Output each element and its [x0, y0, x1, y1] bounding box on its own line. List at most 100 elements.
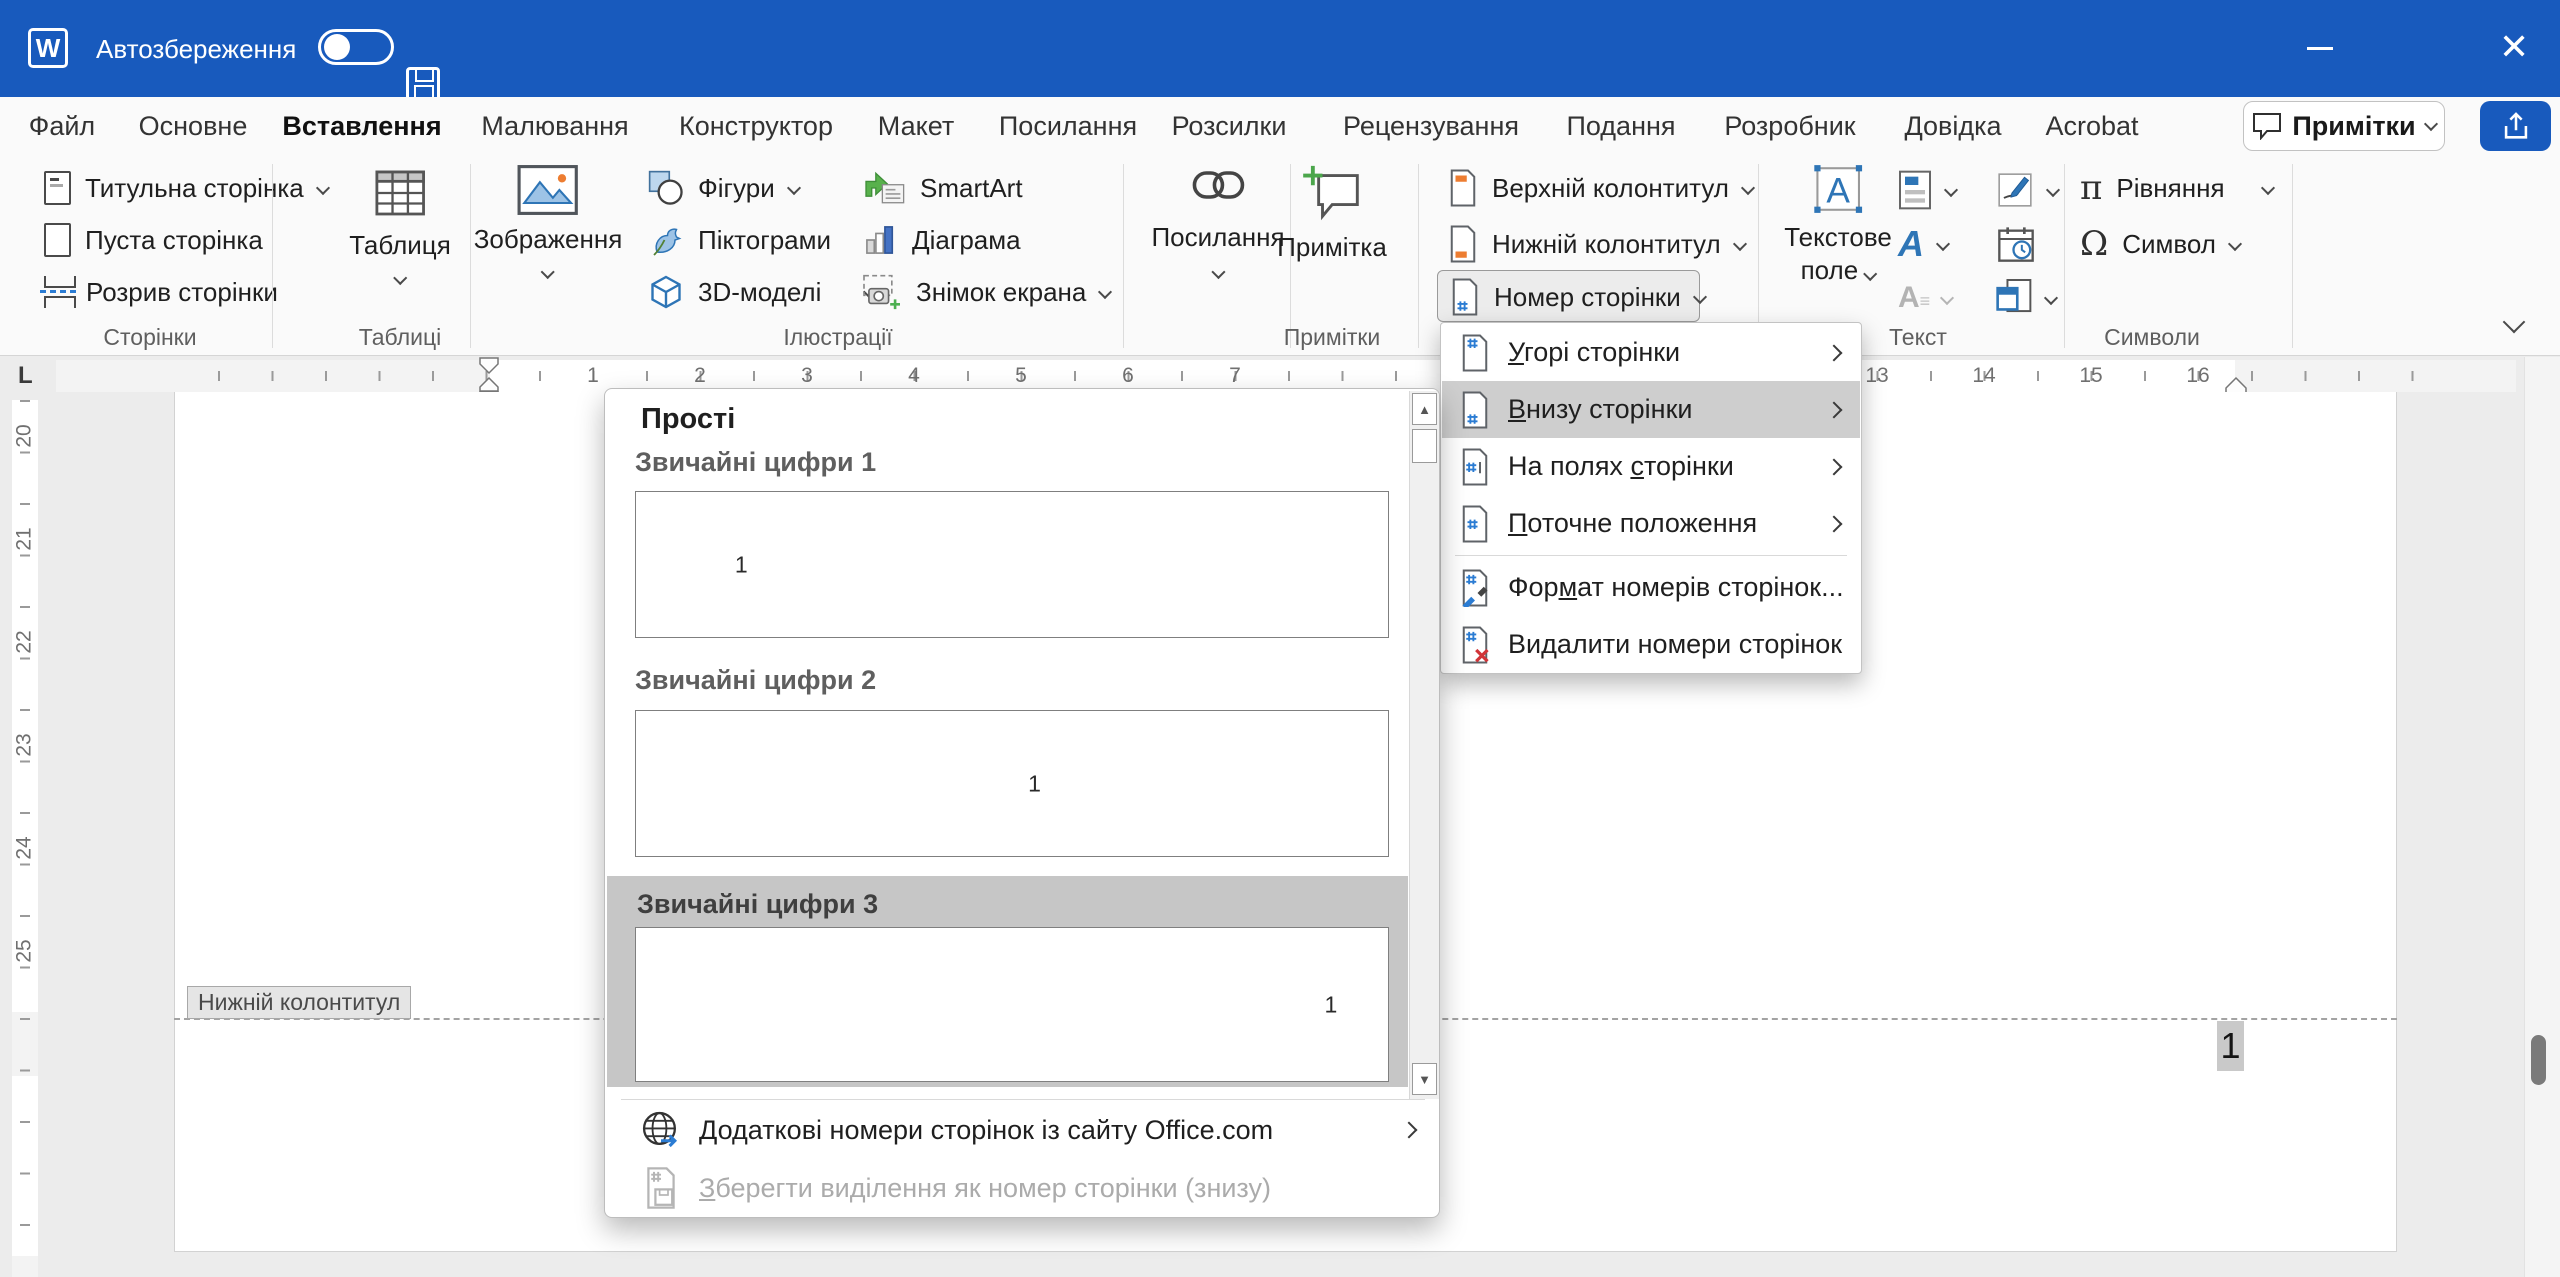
signature-pen-icon [1996, 171, 2034, 209]
ribbon-tab-row: Файл Основне Вставлення Малювання Констр… [0, 97, 2560, 156]
drop-cap-icon: A≡ [1898, 283, 1928, 313]
chevron-down-icon [1733, 237, 1747, 251]
tab-layout[interactable]: Макет [878, 111, 954, 142]
3d-models-button[interactable]: 3D-моделі [648, 274, 875, 310]
gallery-item-plain-number-1[interactable]: 1 [635, 491, 1389, 638]
menu-item-page-margins[interactable]: На полях сторінки [1442, 438, 1860, 495]
link-icon [1192, 170, 1244, 200]
submenu-arrow-icon [1826, 458, 1843, 475]
scrollbar-thumb[interactable] [1412, 429, 1437, 463]
page-break-button[interactable]: Розрив сторінки [44, 276, 278, 308]
gallery-scrollbar[interactable]: ▲ ▼ [1409, 391, 1439, 1099]
tab-references[interactable]: Посилання [999, 111, 1137, 142]
gallery-item-plain-number-2[interactable]: 1 [635, 710, 1389, 857]
symbol-button[interactable]: Ω Символ [2080, 227, 2240, 261]
tab-selector[interactable]: L [18, 362, 33, 390]
omega-icon: Ω [2080, 227, 2108, 261]
autosave-toggle[interactable] [318, 29, 394, 65]
chevron-down-icon [1944, 183, 1958, 197]
submenu-arrow-icon [1826, 344, 1843, 361]
group-divider [2292, 164, 2293, 348]
tab-help[interactable]: Довідка [1904, 111, 2001, 142]
equation-label: Рівняння [2116, 173, 2224, 204]
document-scrollbar[interactable] [2524, 357, 2560, 1277]
cover-page-button[interactable]: Титульна сторінка [44, 171, 328, 205]
scroll-up-button[interactable]: ▲ [1412, 393, 1437, 425]
smartart-button[interactable]: SmartArt [862, 170, 1023, 206]
close-icon[interactable]: ✕ [2499, 29, 2529, 65]
footer-button[interactable]: Нижній колонтитул [1448, 225, 1745, 263]
comments-button[interactable]: Примітки [2243, 101, 2445, 151]
shapes-button[interactable]: Фігури [648, 170, 799, 206]
menu-item-top-of-page[interactable]: Угорі сторінки [1442, 324, 1860, 381]
save-icon[interactable] [406, 67, 440, 101]
more-page-numbers-label: Додаткові номери сторінок із сайту Offic… [699, 1115, 1273, 1146]
ruler-number: 2 [694, 364, 706, 388]
date-time-button[interactable] [1996, 224, 2036, 264]
scroll-down-button[interactable]: ▼ [1412, 1063, 1437, 1095]
menu-item-format-page-numbers[interactable]: Формат номерів сторінок... [1442, 559, 1860, 616]
more-page-numbers-item[interactable]: Додаткові номери сторінок із сайту Offic… [605, 1101, 1440, 1159]
page-number-field[interactable]: 1 [2217, 1021, 2244, 1071]
wordart-button[interactable]: A [1898, 226, 1948, 262]
tab-view[interactable]: Подання [1566, 111, 1675, 142]
icons-button[interactable]: Піктограми [648, 222, 831, 258]
tab-home[interactable]: Основне [139, 111, 248, 142]
pictures-button[interactable]: Зображення [474, 164, 623, 277]
icons-bird-icon [648, 222, 684, 258]
3d-cube-icon [648, 274, 684, 310]
screenshot-label: Знімок екрана [916, 277, 1086, 308]
drop-cap-button[interactable]: A≡ [1898, 283, 1952, 313]
quick-parts-button[interactable] [1898, 170, 1956, 210]
menu-item-current-position[interactable]: Поточне положення [1442, 495, 1860, 552]
smartart-label: SmartArt [920, 173, 1023, 204]
tab-acrobat[interactable]: Acrobat [2045, 111, 2138, 142]
comments-button-label: Примітки [2292, 111, 2415, 142]
page-number-top-icon [1458, 334, 1492, 372]
tab-developer[interactable]: Розробник [1724, 111, 1855, 142]
tab-draw[interactable]: Малювання [481, 111, 628, 142]
text-box-label-1: Текстове [1784, 222, 1892, 253]
chart-button[interactable]: Діаграма [862, 222, 1021, 258]
ruler-number: 1 [587, 364, 599, 388]
ruler-number: 3 [801, 364, 813, 388]
new-comment-button[interactable]: Примітка [1277, 164, 1387, 263]
page-number-button[interactable]: Номер сторінки [1450, 278, 1705, 316]
equation-button[interactable]: π Рівняння [2080, 171, 2273, 205]
table-icon [372, 164, 428, 222]
ruler-number: 23 [13, 733, 37, 756]
minimize-icon[interactable] [2307, 47, 2333, 50]
tab-review[interactable]: Рецензування [1343, 111, 1519, 142]
group-label-text: Текст [1889, 324, 1947, 351]
pictures-label: Зображення [474, 224, 623, 255]
table-label: Таблиця [349, 230, 451, 261]
gallery-item-plain-number-3[interactable]: Звичайні цифри 3 1 [607, 876, 1408, 1087]
chevron-down-icon [1741, 181, 1755, 195]
table-button[interactable]: Таблиця [349, 164, 451, 283]
chevron-down-icon [787, 181, 801, 195]
header-button[interactable]: Верхній колонтитул [1448, 169, 1753, 207]
symbol-label: Символ [2122, 229, 2216, 260]
tab-insert[interactable]: Вставлення [282, 111, 441, 142]
save-selection-icon [641, 1167, 681, 1209]
blank-page-button[interactable]: Пуста сторінка [44, 223, 263, 257]
scrollbar-thumb[interactable] [2531, 1035, 2546, 1085]
links-button[interactable]: Посилання [1151, 170, 1284, 277]
comment-bubble-icon [2252, 112, 2282, 140]
page-number-label: Номер сторінки [1494, 282, 1681, 313]
tab-mailings[interactable]: Розсилки [1172, 111, 1287, 142]
screenshot-button[interactable]: Знімок екрана [862, 274, 1110, 310]
tab-file[interactable]: Файл [29, 111, 95, 142]
object-button[interactable] [1996, 278, 2056, 318]
wordart-icon: A [1898, 226, 1924, 262]
group-label-comments: Примітки [1284, 324, 1381, 351]
chevron-down-icon [316, 181, 330, 195]
tab-design[interactable]: Конструктор [679, 111, 833, 142]
signature-line-button[interactable] [1996, 171, 2058, 209]
share-button[interactable] [2480, 101, 2551, 151]
text-box-button[interactable]: A Текстове поле [1784, 162, 1892, 286]
pi-icon: π [2080, 171, 2102, 205]
collapse-ribbon-icon[interactable] [2503, 311, 2526, 334]
menu-item-bottom-of-page[interactable]: Внизу сторінки [1442, 381, 1860, 438]
menu-item-remove-page-numbers[interactable]: Видалити номери сторінок [1442, 616, 1860, 673]
